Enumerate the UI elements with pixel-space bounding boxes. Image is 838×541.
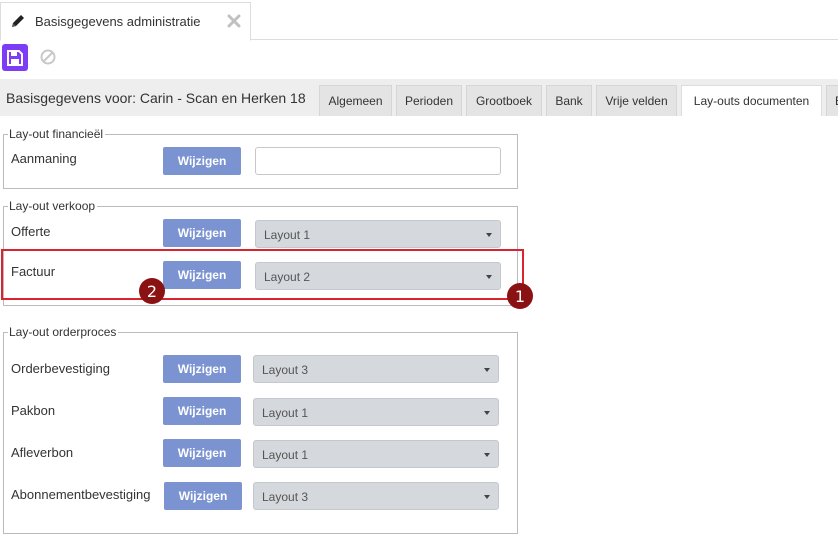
close-icon[interactable] xyxy=(227,14,241,28)
annotation-marker-2: 2 xyxy=(139,278,165,304)
document-tab-title: Basisgegevens administratie xyxy=(35,14,201,29)
annotation-marker-1: 1 xyxy=(507,283,533,309)
wijzigen-button-aanmaning[interactable]: Wijzigen xyxy=(163,147,241,175)
row-label-afleverbon: Afleverbon xyxy=(11,445,74,460)
aanmaning-layout-field[interactable] xyxy=(255,147,501,175)
section-legend: Lay-out orderproces xyxy=(8,325,119,339)
caret-down-icon xyxy=(484,368,490,372)
pencil-icon xyxy=(12,15,24,27)
factuur-highlight-box xyxy=(1,249,524,300)
document-tab[interactable]: Basisgegevens administratie xyxy=(0,2,251,41)
tab-algemeen[interactable]: Algemeen xyxy=(319,85,392,116)
select-value: Layout 3 xyxy=(262,363,309,377)
caret-down-icon xyxy=(484,495,490,499)
header-bar: Basisgegevens voor: Carin - Scan en Herk… xyxy=(0,79,838,116)
wijzigen-button-pakbon[interactable]: Wijzigen xyxy=(163,397,241,425)
page-title: Basisgegevens voor: Carin - Scan en Herk… xyxy=(6,90,306,106)
toolbar xyxy=(0,41,838,77)
orderbevestiging-layout-select[interactable]: Layout 3 xyxy=(253,355,499,383)
section-legend: Lay-out verkoop xyxy=(8,199,98,213)
caret-down-icon xyxy=(486,233,492,237)
select-value: Layout 1 xyxy=(262,406,309,420)
select-value: Layout 3 xyxy=(262,490,309,504)
wijzigen-button-afleverbon[interactable]: Wijzigen xyxy=(163,439,241,467)
caret-down-icon xyxy=(484,453,490,457)
tab-lay-outs-documenten[interactable]: Lay-outs documenten xyxy=(681,85,822,116)
tab-grootboek[interactable]: Grootboek xyxy=(466,85,542,116)
wijzigen-button-orderbevestiging[interactable]: Wijzigen xyxy=(163,355,241,383)
caret-down-icon xyxy=(484,411,490,415)
select-value: Layout 1 xyxy=(262,448,309,462)
floppy-disk-icon xyxy=(7,49,23,66)
offerte-layout-select[interactable]: Layout 1 xyxy=(255,220,501,248)
row-label-pakbon: Pakbon xyxy=(11,403,56,418)
row-label-orderbevestiging: Orderbevestiging xyxy=(11,361,110,376)
select-value: Layout 1 xyxy=(264,228,311,242)
save-button[interactable] xyxy=(2,44,28,71)
tab-overflow[interactable]: B xyxy=(826,85,838,116)
pakbon-layout-select[interactable]: Layout 1 xyxy=(253,398,499,426)
row-label-offerte: Offerte xyxy=(11,224,51,239)
wijzigen-button-offerte[interactable]: Wijzigen xyxy=(163,219,241,247)
cancel-icon xyxy=(40,49,56,65)
tab-vrije-velden[interactable]: Vrije velden xyxy=(596,85,677,116)
abonnementbevestiging-layout-select[interactable]: Layout 3 xyxy=(253,482,499,510)
tab-perioden[interactable]: Perioden xyxy=(396,85,462,116)
cancel-button[interactable] xyxy=(38,47,58,67)
section-legend: Lay-out financieël xyxy=(8,127,106,141)
document-tabstrip: Basisgegevens administratie xyxy=(0,0,838,41)
row-label-aanmaning: Aanmaning xyxy=(11,151,77,166)
row-label-abonnementbevestiging: Abonnementbevestiging xyxy=(11,487,151,502)
wijzigen-button-abonnementbevestiging[interactable]: Wijzigen xyxy=(164,482,242,510)
afleverbon-layout-select[interactable]: Layout 1 xyxy=(253,440,499,468)
tab-bank[interactable]: Bank xyxy=(546,85,592,116)
